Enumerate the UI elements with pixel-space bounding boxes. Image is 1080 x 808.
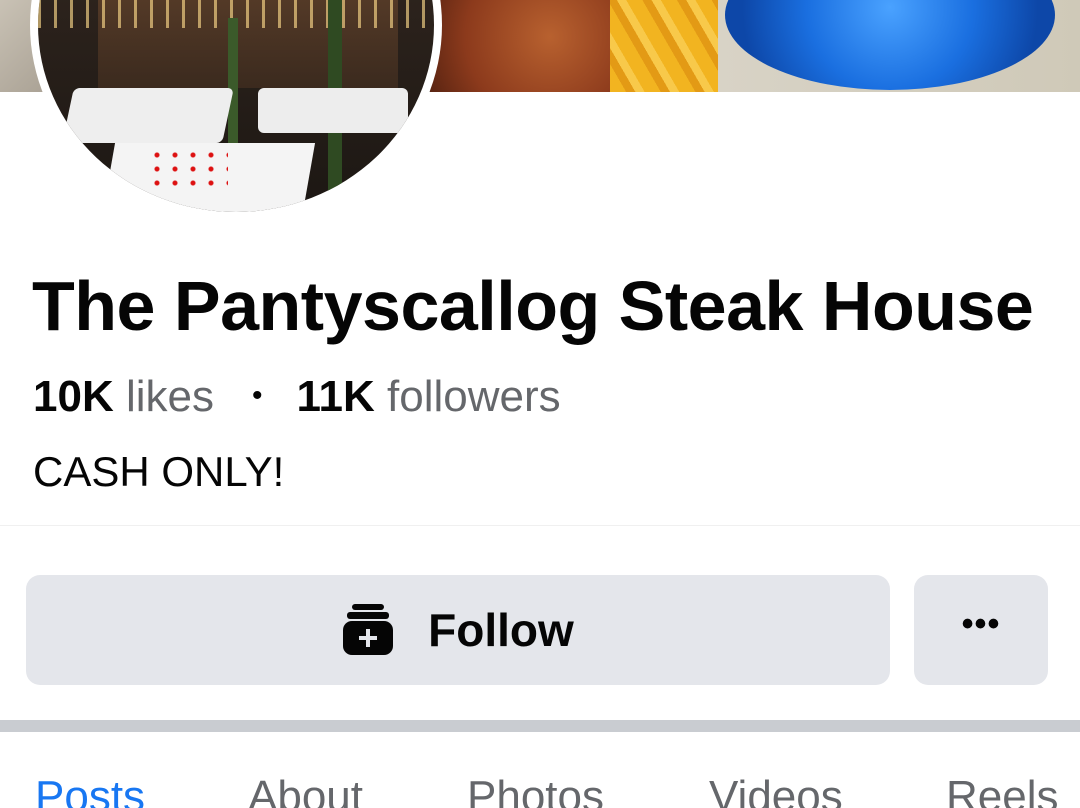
avatar-table [62,88,234,143]
page-tabs: Posts About Photos Videos Reels [0,732,1080,808]
more-options-button[interactable]: ••• [914,575,1048,685]
tab-posts[interactable]: Posts [35,772,145,808]
follow-button[interactable]: Follow [26,575,890,685]
likes-stat[interactable]: 10K likes [33,372,214,421]
followers-count: 11K [296,372,375,421]
tab-videos[interactable]: Videos [709,772,843,808]
tab-photos[interactable]: Photos [467,772,604,808]
likes-count: 10K [33,372,114,421]
follow-icon [342,603,394,657]
divider [0,525,1080,526]
page-bio: CASH ONLY! [33,448,285,495]
section-divider [0,720,1080,732]
follow-button-label: Follow [428,604,574,656]
more-options-icon: ••• [961,604,1001,643]
followers-stat[interactable]: 11K followers [297,372,561,421]
page-stats: 10K likes • 11K followers [33,372,561,422]
stats-separator: • [251,379,263,412]
avatar-roses [148,148,228,188]
profile-avatar[interactable] [30,0,442,220]
cover-photo-fries [610,0,720,92]
likes-label: likes [125,372,214,421]
avatar-image [38,0,434,212]
avatar-table [258,88,408,133]
page-title: The Pantyscallog Steak House [32,267,1034,345]
tab-reels[interactable]: Reels [946,772,1059,808]
tab-about[interactable]: About [248,772,363,808]
followers-label: followers [387,372,561,421]
